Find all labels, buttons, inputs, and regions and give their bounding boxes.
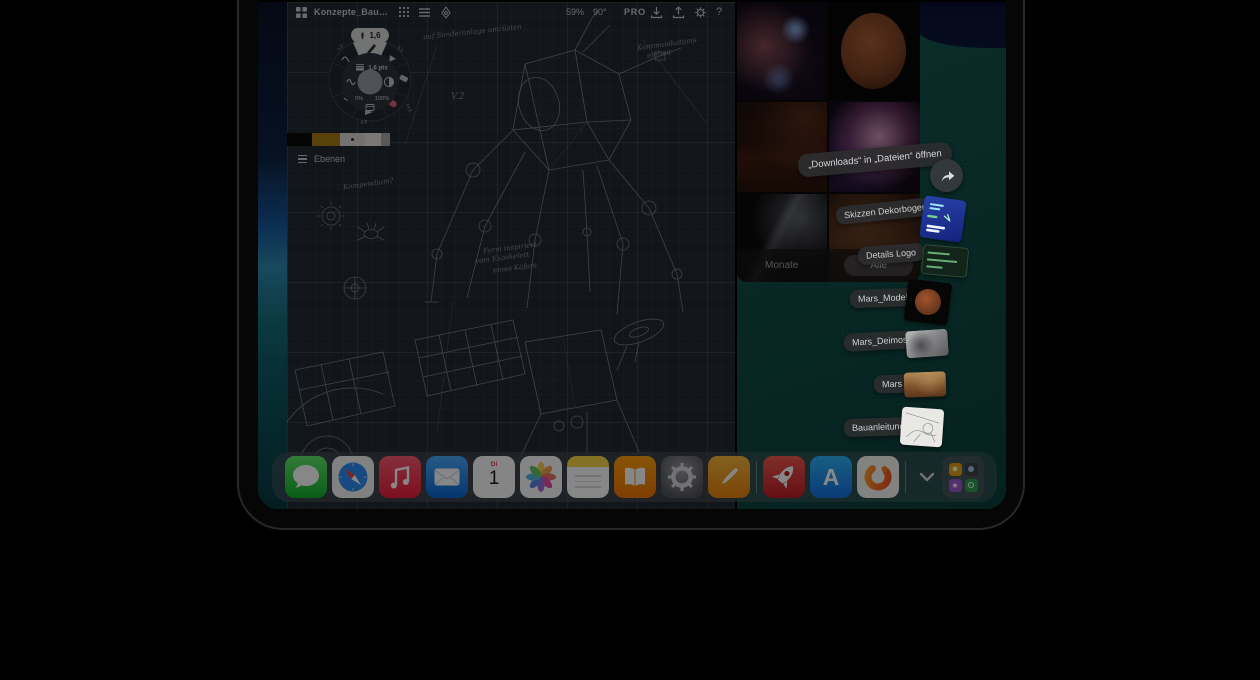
- drag-thumb-mars-landscape[interactable]: [904, 371, 947, 397]
- ipad-screen: auf Sonderanlage umrüsten Kommunikations…: [258, 0, 1006, 509]
- drag-thumb-sticker-sheet[interactable]: [919, 195, 966, 242]
- ipad-device: auf Sonderanlage umrüsten Kommunikations…: [237, 0, 1025, 530]
- drag-drop-layer: „Downloads“ in „Dateien“ öffnen Skizzen …: [258, 2, 1006, 509]
- drag-item-label[interactable]: Details Logo: [857, 243, 924, 266]
- open-in-files-button[interactable]: [930, 159, 963, 192]
- drag-thumb-sketch-page[interactable]: [900, 407, 945, 448]
- page-background: auf Sonderanlage umrüsten Kommunikations…: [0, 0, 1260, 680]
- drag-thumb-mars-globe[interactable]: [904, 278, 953, 325]
- drag-thumb-deimos-photo[interactable]: [905, 329, 949, 359]
- forward-arrow-icon: [938, 168, 955, 183]
- drag-thumb-chalkboard-logo[interactable]: [921, 244, 969, 278]
